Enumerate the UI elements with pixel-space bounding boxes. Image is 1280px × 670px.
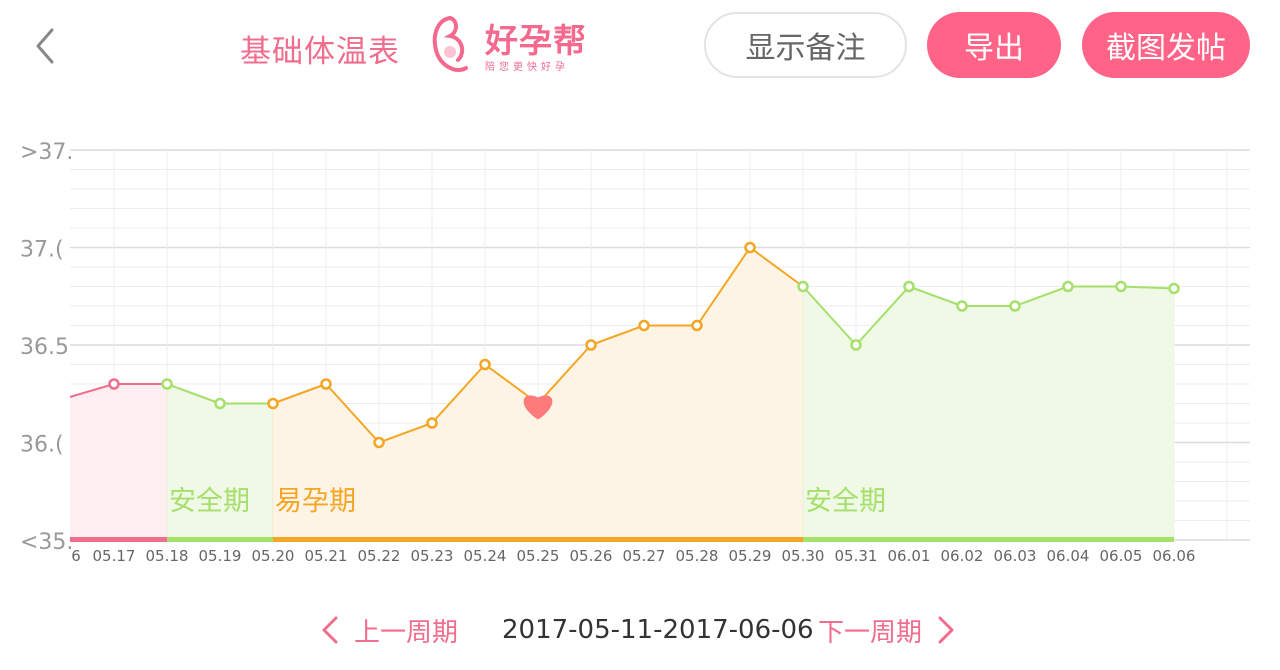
prev-cycle-button[interactable]: 上一周期 [318, 610, 458, 650]
x-tick-label: 06.01 [888, 547, 931, 565]
phase-label-fertile: 易孕期 [275, 486, 356, 517]
data-point [744, 241, 756, 254]
data-point [1115, 280, 1127, 293]
show-notes-button[interactable]: 显示备注 [704, 12, 907, 78]
export-button[interactable]: 导出 [927, 12, 1061, 78]
phase-bar-fertile [273, 537, 803, 542]
data-point [1168, 282, 1180, 295]
data-point [638, 319, 650, 332]
x-tick-label: 05.30 [782, 547, 825, 565]
chevron-left-icon [322, 616, 338, 644]
phase-bar-safe [167, 537, 273, 542]
y-tick-label: 36.( [20, 433, 64, 458]
x-tick-label: 06.02 [941, 547, 984, 565]
x-tick-label: 05.18 [146, 547, 189, 565]
data-point [850, 339, 862, 351]
phase-bar-period [70, 537, 167, 542]
cycle-date-range: 2017-05-11-2017-06-06 [502, 615, 814, 645]
data-point [585, 339, 597, 351]
temperature-chart: 安全期 易孕期 安全期>37.37.(36.536.(<35.6 05.17 05.18… [20, 140, 1250, 565]
x-tick-label: 06.05 [1100, 547, 1143, 565]
x-tick-label: 05.25 [517, 547, 560, 565]
chevron-left-icon [36, 28, 54, 64]
data-point [426, 417, 438, 429]
app-logo: 好孕帮 陪您更快好孕 [428, 12, 598, 80]
logo-text: 好孕帮 [485, 21, 587, 60]
x-tick-label: 05.24 [464, 547, 507, 565]
data-point [161, 378, 173, 390]
data-point [1009, 300, 1021, 312]
phase-label-safe: 安全期 [805, 486, 886, 517]
x-tick-label: 05.31 [835, 547, 878, 565]
next-cycle-label: 下一周期 [818, 617, 923, 648]
data-point [214, 397, 226, 410]
page-title: 基础体温表 [240, 34, 400, 70]
x-tick-label: 05.27 [623, 547, 666, 565]
y-tick-label: <35. [20, 530, 73, 555]
x-tick-label: 06.06 [1153, 547, 1196, 565]
phase-label-safe: 安全期 [169, 486, 250, 517]
x-tick-label: 06.04 [1047, 547, 1090, 565]
data-point [956, 300, 968, 312]
data-point [108, 378, 120, 390]
y-tick-label: >37. [20, 140, 73, 165]
x-tick-label: 05.29 [729, 547, 772, 565]
data-point [479, 358, 491, 371]
data-point [797, 280, 809, 293]
data-point [1062, 280, 1074, 293]
data-point [320, 378, 332, 390]
x-tick-label: 06.03 [994, 547, 1037, 565]
x-tick-label: 05.19 [199, 547, 242, 565]
screenshot-post-button[interactable]: 截图发帖 [1082, 12, 1250, 78]
logo-slogan: 陪您更快好孕 [485, 62, 569, 73]
logo-mother-baby-icon [432, 16, 468, 72]
x-tick-label: 05.21 [305, 547, 348, 565]
phase-bar-safe [803, 537, 1174, 542]
data-point [903, 280, 915, 293]
prev-cycle-label: 上一周期 [354, 617, 459, 648]
x-tick-label: 05.23 [411, 547, 454, 565]
back-button[interactable] [30, 26, 64, 66]
y-tick-label: 37.( [20, 238, 64, 263]
x-tick-label: 05.20 [252, 547, 295, 565]
y-tick-label: 36.5 [20, 335, 69, 360]
x-tick-label: 05.17 [93, 547, 136, 565]
x-tick-label: 6 [71, 547, 81, 565]
data-point [691, 319, 703, 332]
x-tick-label: 05.28 [676, 547, 719, 565]
data-point [267, 397, 279, 410]
chevron-right-icon [938, 616, 954, 644]
next-cycle-button[interactable]: 下一周期 [818, 610, 958, 650]
data-point [373, 436, 385, 449]
phase-area-period [70, 384, 167, 540]
x-tick-label: 05.26 [570, 547, 613, 565]
x-tick-label: 05.22 [358, 547, 401, 565]
